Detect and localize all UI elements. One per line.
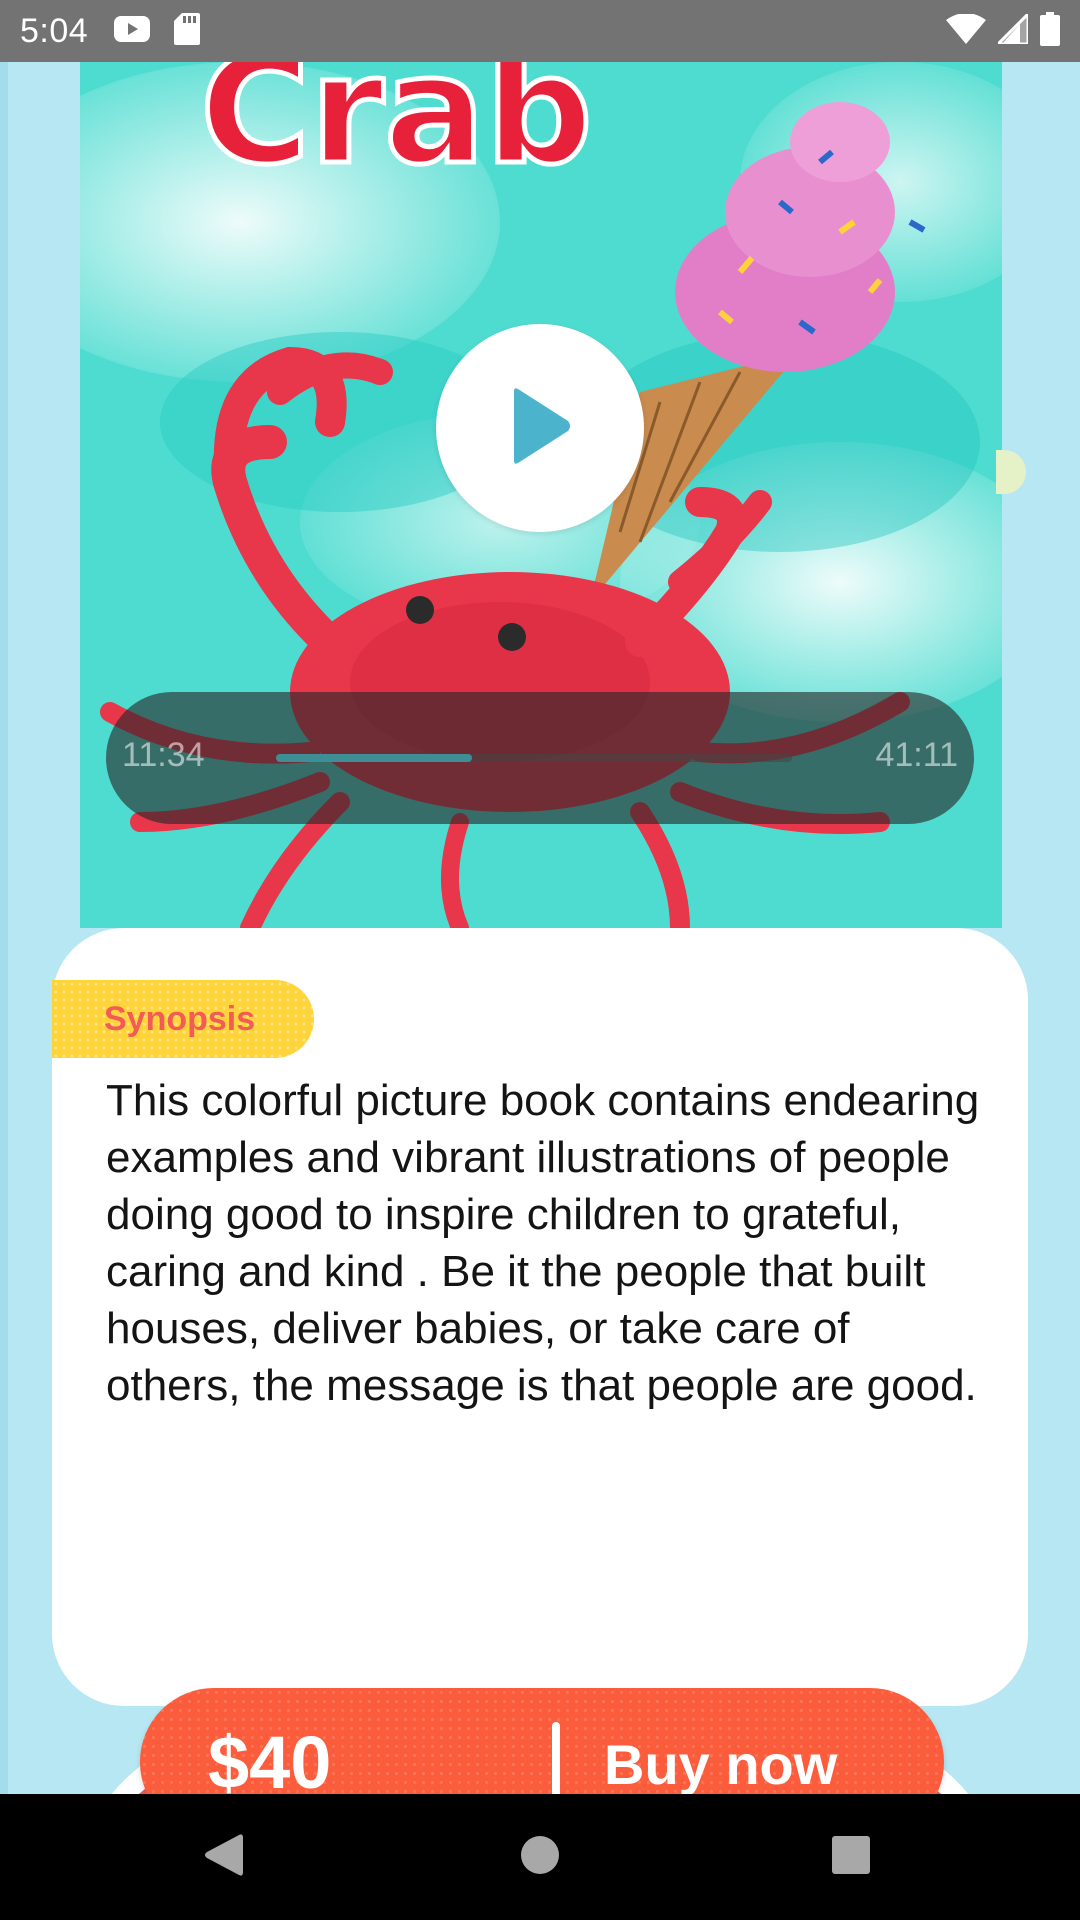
current-time: 11:34: [122, 736, 205, 774]
home-icon: [520, 1835, 560, 1880]
synopsis-text: This colorful picture book contains ende…: [106, 1076, 980, 1410]
total-time: 41:11: [875, 736, 958, 774]
status-time: 5:04: [20, 11, 89, 50]
buy-now-label: Buy now: [604, 1733, 838, 1794]
cell-signal-icon: [994, 9, 1030, 49]
left-edge-strip: [0, 62, 8, 1794]
sd-card-icon: [174, 12, 201, 50]
synopsis-tag: Synopsis: [52, 980, 314, 1058]
battery-icon: [1040, 11, 1060, 51]
synopsis-label: Synopsis: [104, 999, 256, 1038]
buy-now-button[interactable]: $40 Buy now: [140, 1688, 944, 1794]
recents-button[interactable]: [818, 1824, 884, 1890]
button-divider: [552, 1722, 560, 1794]
system-nav-bar: [0, 1794, 1080, 1920]
progress-fill: [276, 754, 473, 762]
play-icon: [508, 387, 572, 470]
status-left-icons: [114, 12, 201, 50]
youtube-icon: [114, 15, 151, 47]
status-bar: 5:04: [0, 0, 1080, 62]
synopsis-card: Synopsis This colorful picture book cont…: [52, 928, 1028, 1706]
playback-progress-bar[interactable]: 11:34 41:11: [106, 692, 974, 824]
progress-track[interactable]: [276, 754, 792, 762]
recents-icon: [831, 1835, 871, 1880]
cover-title: Crab: [200, 62, 593, 198]
back-button[interactable]: [190, 1824, 256, 1890]
price-label: $40: [208, 1721, 332, 1794]
back-icon: [203, 1832, 243, 1883]
decorative-dot: [996, 450, 1026, 494]
home-button[interactable]: [507, 1824, 573, 1890]
status-right-icons: [946, 9, 1060, 51]
play-button[interactable]: [436, 324, 644, 532]
wifi-icon: [946, 12, 986, 49]
app-background: Crab 11:34 41:11 Synopsis This colorful …: [0, 62, 1080, 1794]
